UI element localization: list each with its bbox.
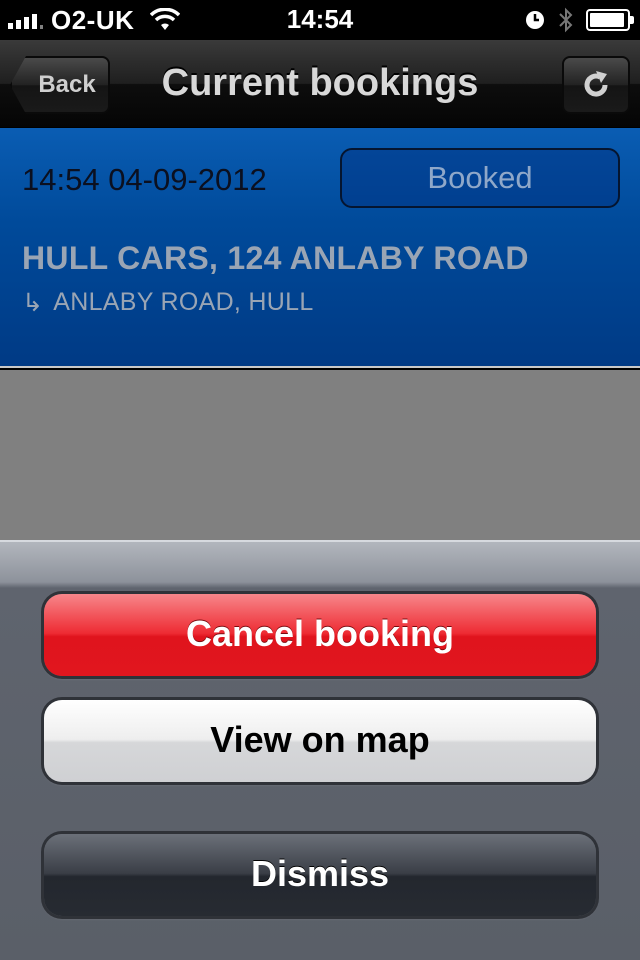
back-button[interactable]: Back <box>10 56 110 114</box>
status-bar: O2-UK 14:54 <box>0 0 640 40</box>
alarm-clock-icon <box>526 11 544 29</box>
bluetooth-icon <box>559 7 573 33</box>
cancel-booking-button[interactable]: Cancel booking <box>44 594 596 676</box>
navigation-bar: Back Current bookings <box>0 40 640 128</box>
booking-card[interactable]: 14:54 04-09-2012 Booked HULL CARS, 124 A… <box>0 128 640 368</box>
action-sheet: Cancel booking View on map Dismiss <box>0 540 640 960</box>
refresh-icon <box>584 71 608 97</box>
page-title: Current bookings <box>161 62 479 104</box>
dismiss-button[interactable]: Dismiss <box>44 834 596 916</box>
refresh-button[interactable] <box>562 56 630 114</box>
view-on-map-button[interactable]: View on map <box>44 700 596 782</box>
destination-address: ANLABY ROAD, HULL <box>53 288 314 316</box>
bookings-list-background <box>0 370 640 540</box>
status-right <box>524 4 634 36</box>
destination-row: ↳ ANLABY ROAD, HULL <box>22 288 314 318</box>
battery-icon <box>586 9 634 31</box>
battery-fill <box>590 13 625 27</box>
pickup-address: HULL CARS, 124 ANLABY ROAD <box>22 240 529 276</box>
destination-arrow-icon: ↳ <box>22 289 44 317</box>
booking-datetime: 14:54 04-09-2012 <box>22 162 267 197</box>
status-badge: Booked <box>340 148 620 208</box>
